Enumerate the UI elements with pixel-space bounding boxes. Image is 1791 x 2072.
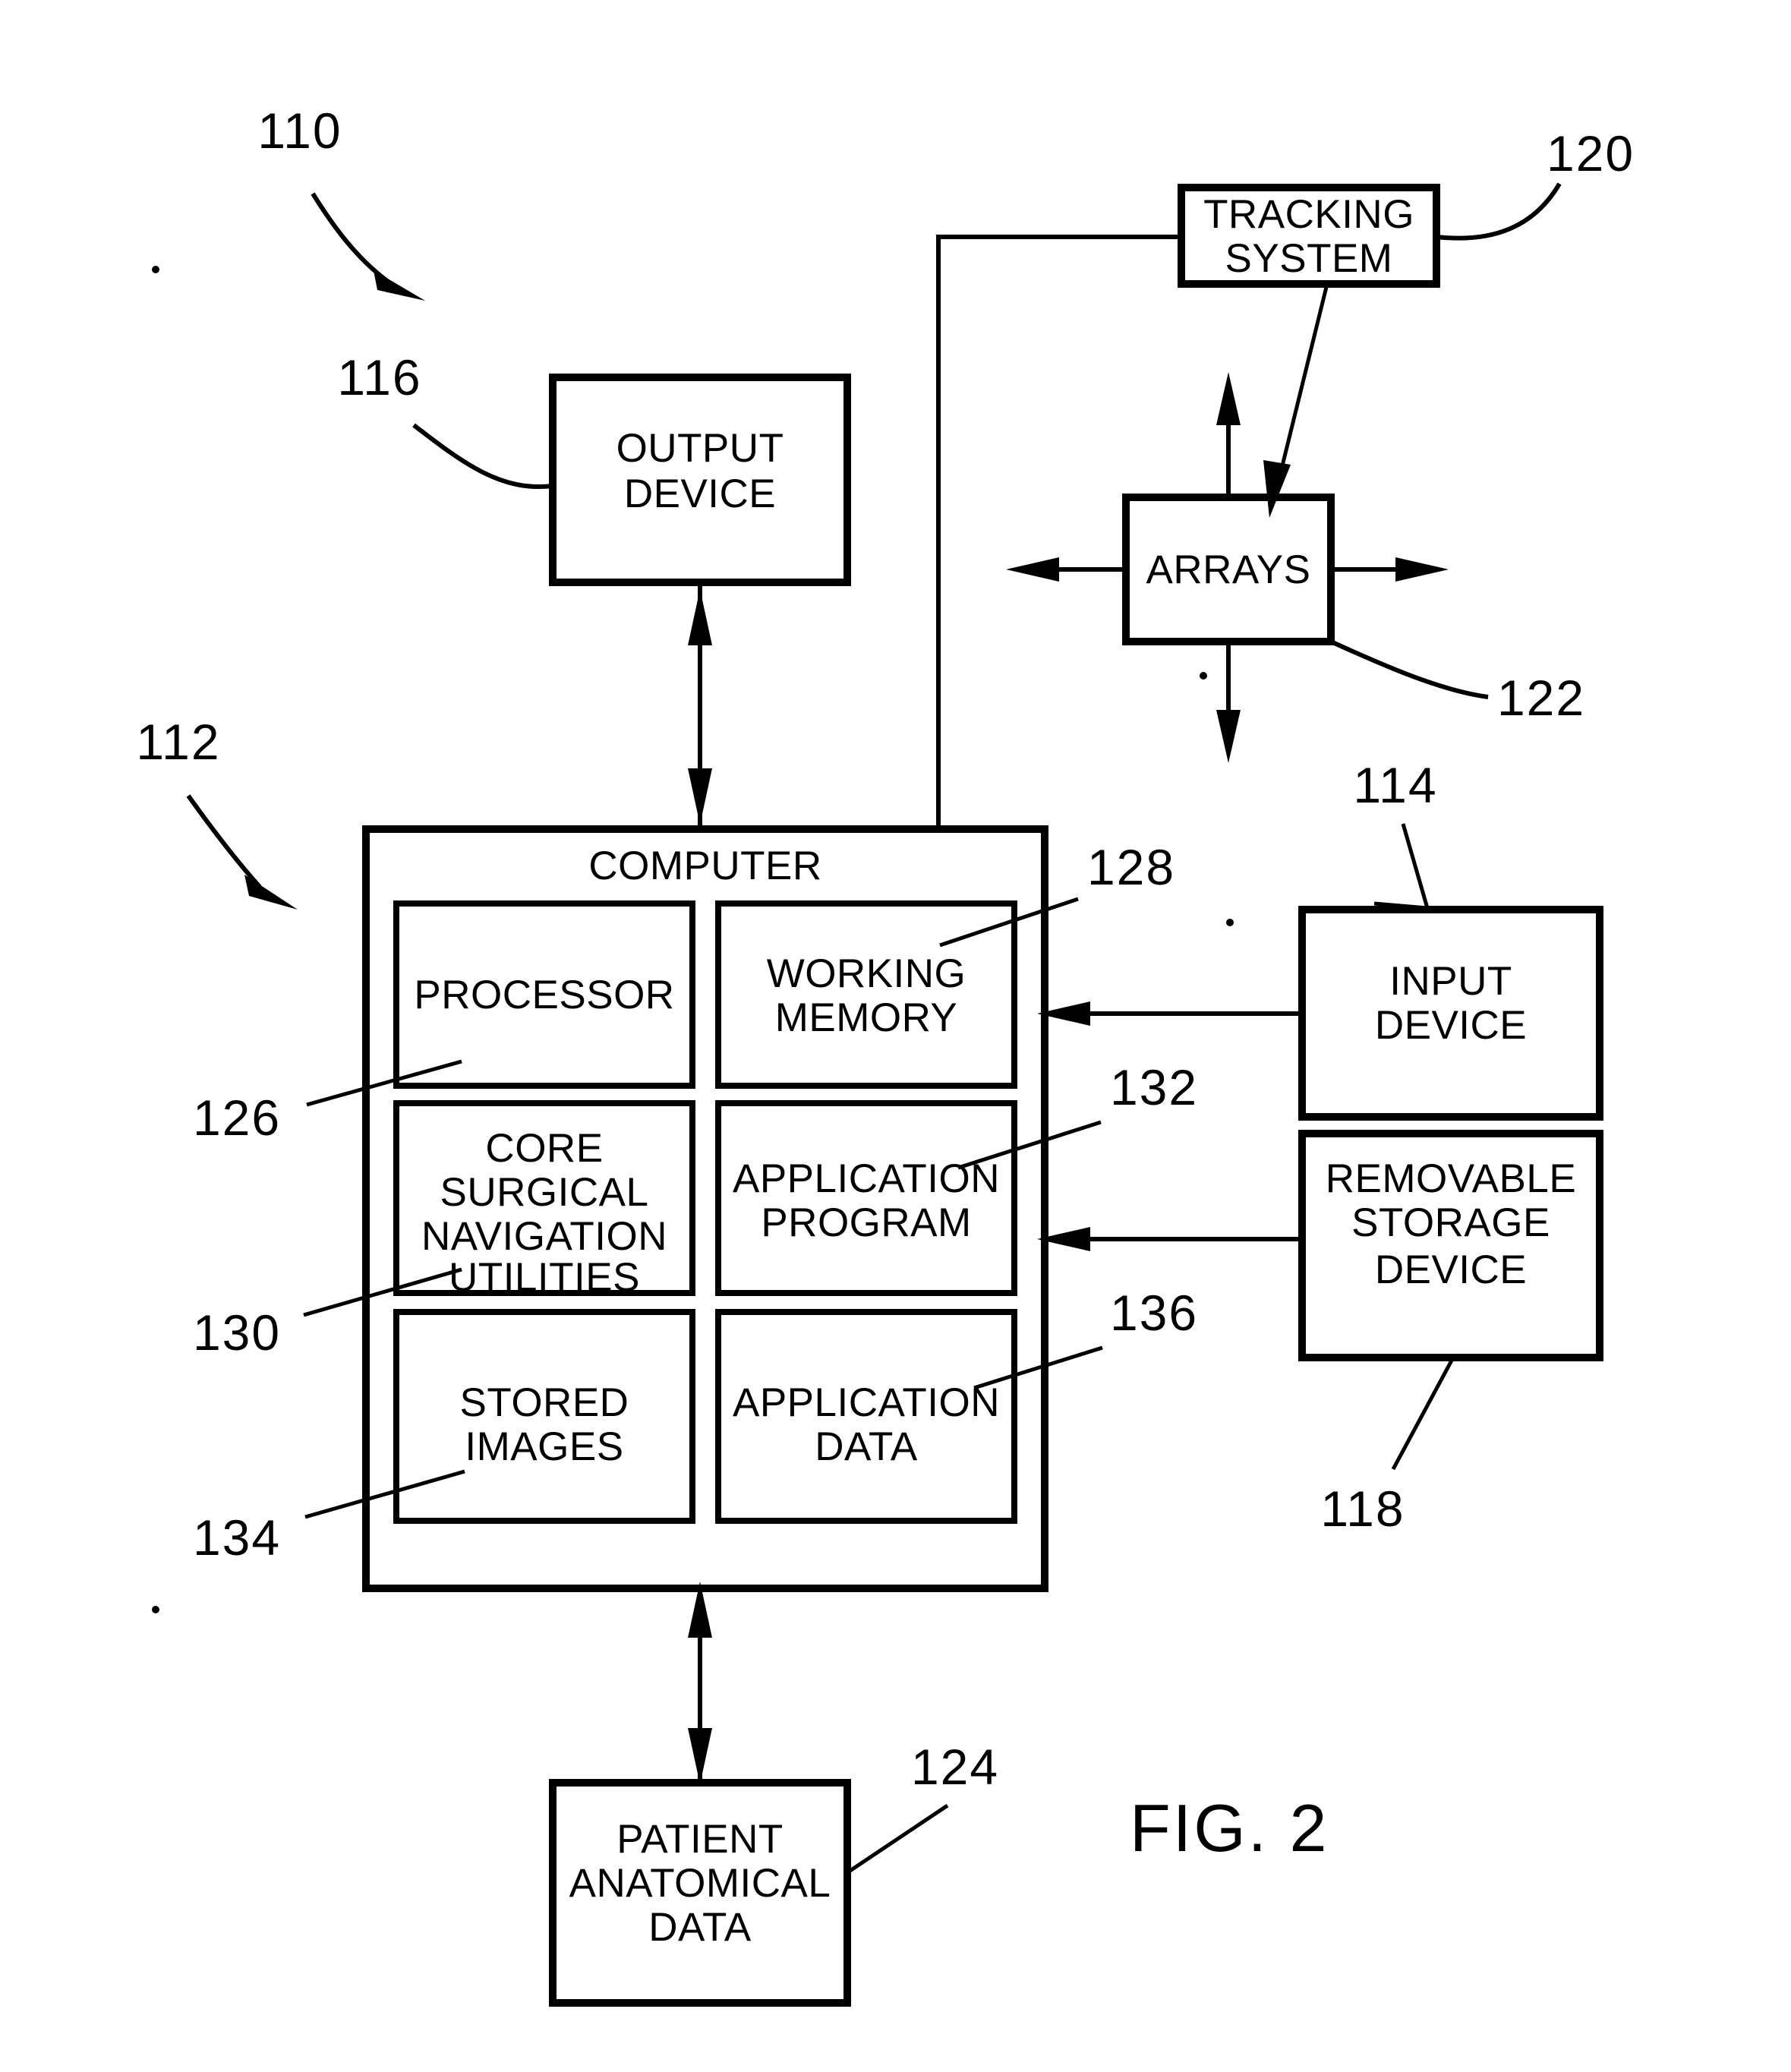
tracking-system-label-line2: SYSTEM bbox=[1225, 236, 1393, 281]
working-memory-label-line2: MEMORY bbox=[775, 995, 958, 1040]
figure-caption: FIG. 2 bbox=[1130, 1790, 1329, 1865]
computer-label: COMPUTER bbox=[588, 844, 821, 888]
patient-data-label-line3: DATA bbox=[648, 1905, 752, 1950]
arrays-arrow-up-head bbox=[1216, 372, 1241, 425]
core-utilities-label-line4: UTILITIES bbox=[449, 1255, 640, 1300]
patient-data-label-line2: ANATOMICAL bbox=[569, 1861, 831, 1906]
patient-data-label-line1: PATIENT bbox=[616, 1817, 783, 1862]
leader-124-line bbox=[847, 1803, 949, 1874]
page-speck bbox=[152, 1606, 159, 1613]
leader-114-line bbox=[1401, 823, 1430, 909]
leader-122 bbox=[1329, 639, 1489, 699]
working-memory-label-line1: WORKING bbox=[767, 951, 966, 996]
figure-canvas: 110 TRACKING SYSTEM 120 ARRAYS 122 OUTPU… bbox=[136, 102, 1635, 2007]
computer-patient-head-down bbox=[688, 1728, 712, 1784]
ref-132: 132 bbox=[1110, 1059, 1198, 1115]
patent-figure: 110 TRACKING SYSTEM 120 ARRAYS 122 OUTPU… bbox=[0, 0, 1791, 2072]
arrays-label: ARRAYS bbox=[1146, 547, 1310, 592]
application-data-label-line1: APPLICATION bbox=[733, 1380, 1000, 1425]
ref-128: 128 bbox=[1087, 839, 1175, 895]
ref-130: 130 bbox=[193, 1304, 281, 1361]
application-program-label-line1: APPLICATION bbox=[733, 1156, 1000, 1201]
ref-114: 114 bbox=[1353, 757, 1437, 813]
ref-118: 118 bbox=[1320, 1481, 1405, 1537]
ref-112: 112 bbox=[136, 714, 220, 770]
leader-112-arrowhead bbox=[244, 875, 298, 910]
leader-120 bbox=[1436, 182, 1562, 241]
input-device-label-line2: DEVICE bbox=[1375, 1003, 1527, 1048]
ref-122: 122 bbox=[1497, 670, 1585, 726]
leader-118-line bbox=[1391, 1358, 1455, 1471]
leader-116 bbox=[412, 423, 553, 489]
output-computer-head-down bbox=[688, 768, 712, 825]
output-device-label-line1: OUTPUT bbox=[616, 426, 784, 471]
page-speck bbox=[152, 266, 159, 273]
ref-110: 110 bbox=[257, 102, 342, 159]
stored-images-label-line1: STORED bbox=[460, 1380, 629, 1425]
output-computer-head-up bbox=[688, 589, 712, 645]
page-speck bbox=[1226, 919, 1234, 926]
ref-136: 136 bbox=[1110, 1285, 1198, 1341]
ref-116: 116 bbox=[337, 349, 421, 405]
processor-label: PROCESSOR bbox=[414, 973, 674, 1017]
arrays-arrow-right-head bbox=[1395, 557, 1449, 582]
ref-134: 134 bbox=[193, 1509, 281, 1566]
tracking-system-label-line1: TRACKING bbox=[1203, 192, 1414, 237]
removable-storage-label-line3: DEVICE bbox=[1375, 1247, 1527, 1292]
page-speck bbox=[1200, 672, 1207, 680]
removable-storage-label-line2: STORAGE bbox=[1351, 1200, 1550, 1245]
ref-120: 120 bbox=[1547, 125, 1635, 181]
arrays-arrow-down-head bbox=[1216, 710, 1241, 763]
leader-110 bbox=[311, 192, 389, 283]
removable-storage-label-line1: REMOVABLE bbox=[1326, 1156, 1576, 1201]
input-device-label-line1: INPUT bbox=[1389, 959, 1512, 1004]
ref-126: 126 bbox=[193, 1090, 281, 1146]
core-utilities-label-line2: SURGICAL bbox=[440, 1170, 649, 1215]
ref-124: 124 bbox=[911, 1739, 999, 1795]
stored-images-label-line2: IMAGES bbox=[465, 1424, 623, 1469]
arrays-arrow-left-head bbox=[1006, 557, 1059, 582]
output-device-label-line2: DEVICE bbox=[624, 471, 776, 516]
application-data-label-line2: DATA bbox=[815, 1424, 918, 1469]
core-utilities-label-line3: NAVIGATION bbox=[421, 1214, 667, 1259]
leader-112 bbox=[186, 794, 262, 889]
application-program-label-line2: PROGRAM bbox=[761, 1200, 971, 1245]
core-utilities-label-line1: CORE bbox=[485, 1126, 603, 1171]
